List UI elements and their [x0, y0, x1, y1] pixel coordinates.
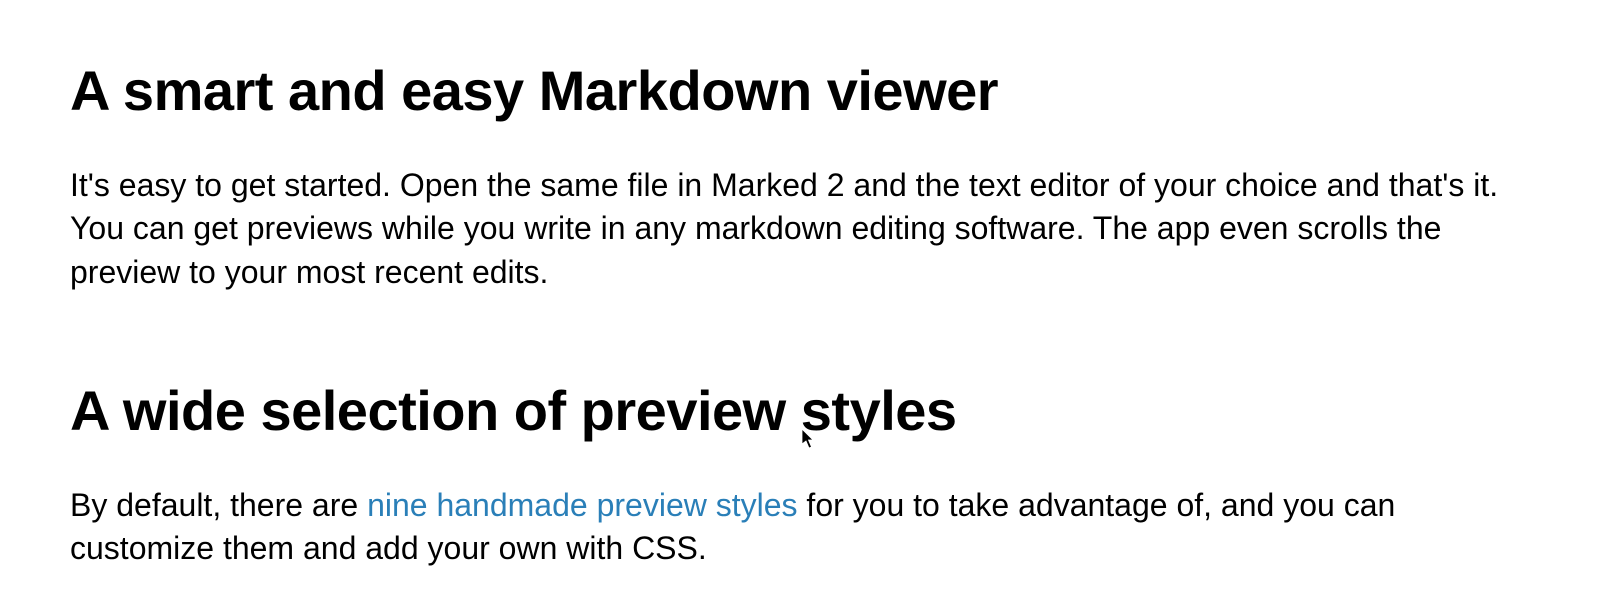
paragraph-text-before: By default, there are [70, 487, 367, 523]
article-content: A smart and easy Markdown viewer It's ea… [0, 0, 1600, 571]
section-heading-2: A wide selection of preview styles [70, 380, 1530, 442]
section-paragraph-2: By default, there are nine handmade prev… [70, 484, 1530, 571]
section-paragraph-1: It's easy to get started. Open the same … [70, 164, 1530, 295]
preview-styles-link[interactable]: nine handmade preview styles [367, 487, 797, 523]
section-heading-1: A smart and easy Markdown viewer [70, 60, 1530, 122]
